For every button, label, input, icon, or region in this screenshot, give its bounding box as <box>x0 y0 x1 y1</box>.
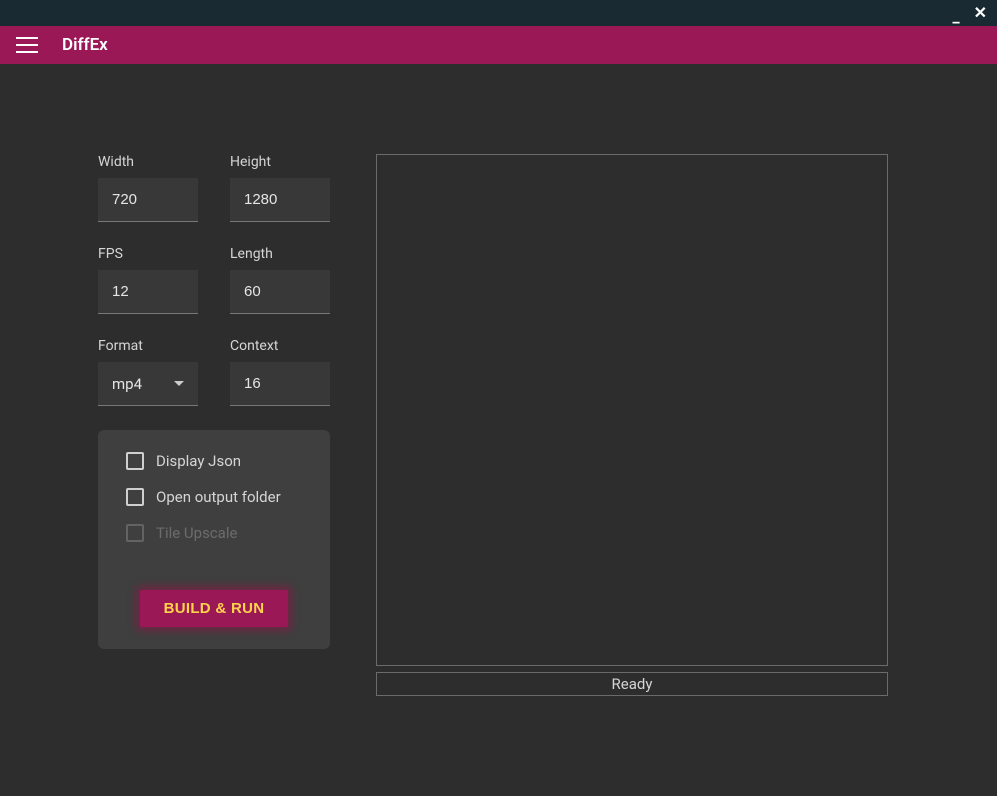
length-label: Length <box>230 246 330 262</box>
hamburger-menu-icon[interactable] <box>16 37 38 53</box>
app-bar: DiffEx <box>0 26 997 64</box>
fps-field: FPS <box>98 246 198 314</box>
app-title: DiffEx <box>62 35 108 55</box>
fps-label: FPS <box>98 246 198 262</box>
open-output-checkbox[interactable] <box>126 488 144 506</box>
window-minimize-button[interactable]: _ <box>952 9 959 25</box>
tile-upscale-checkbox <box>126 524 144 542</box>
width-label: Width <box>98 154 198 170</box>
format-label: Format <box>98 338 198 354</box>
window-close-button[interactable]: ✕ <box>974 5 987 21</box>
height-input[interactable] <box>230 178 330 222</box>
format-select[interactable]: mp4 <box>98 362 198 406</box>
display-json-label: Display Json <box>156 452 241 470</box>
length-input[interactable] <box>230 270 330 314</box>
length-field: Length <box>230 246 330 314</box>
open-output-label: Open output folder <box>156 488 281 506</box>
preview-panel: Ready <box>376 154 888 696</box>
format-field: Format mp4 <box>98 338 198 406</box>
height-label: Height <box>230 154 330 170</box>
tile-upscale-label: Tile Upscale <box>156 524 237 542</box>
window-titlebar: _ ✕ <box>0 0 997 26</box>
status-bar: Ready <box>376 672 888 696</box>
height-field: Height <box>230 154 330 222</box>
options-card: Display Json Open output folder Tile Ups… <box>98 430 330 649</box>
width-field: Width <box>98 154 198 222</box>
format-value: mp4 <box>112 375 142 393</box>
chevron-down-icon <box>174 381 184 386</box>
context-field: Context <box>230 338 330 406</box>
build-run-button[interactable]: BUILD & RUN <box>140 590 289 627</box>
settings-panel: Width Height FPS Length <box>98 154 330 649</box>
width-input[interactable] <box>98 178 198 222</box>
preview-area <box>376 154 888 666</box>
display-json-checkbox-row[interactable]: Display Json <box>126 452 302 470</box>
context-label: Context <box>230 338 330 354</box>
fps-input[interactable] <box>98 270 198 314</box>
open-output-checkbox-row[interactable]: Open output folder <box>126 488 302 506</box>
main-content: Width Height FPS Length <box>0 64 997 796</box>
context-input[interactable] <box>230 362 330 406</box>
tile-upscale-checkbox-row: Tile Upscale <box>126 524 302 542</box>
display-json-checkbox[interactable] <box>126 452 144 470</box>
